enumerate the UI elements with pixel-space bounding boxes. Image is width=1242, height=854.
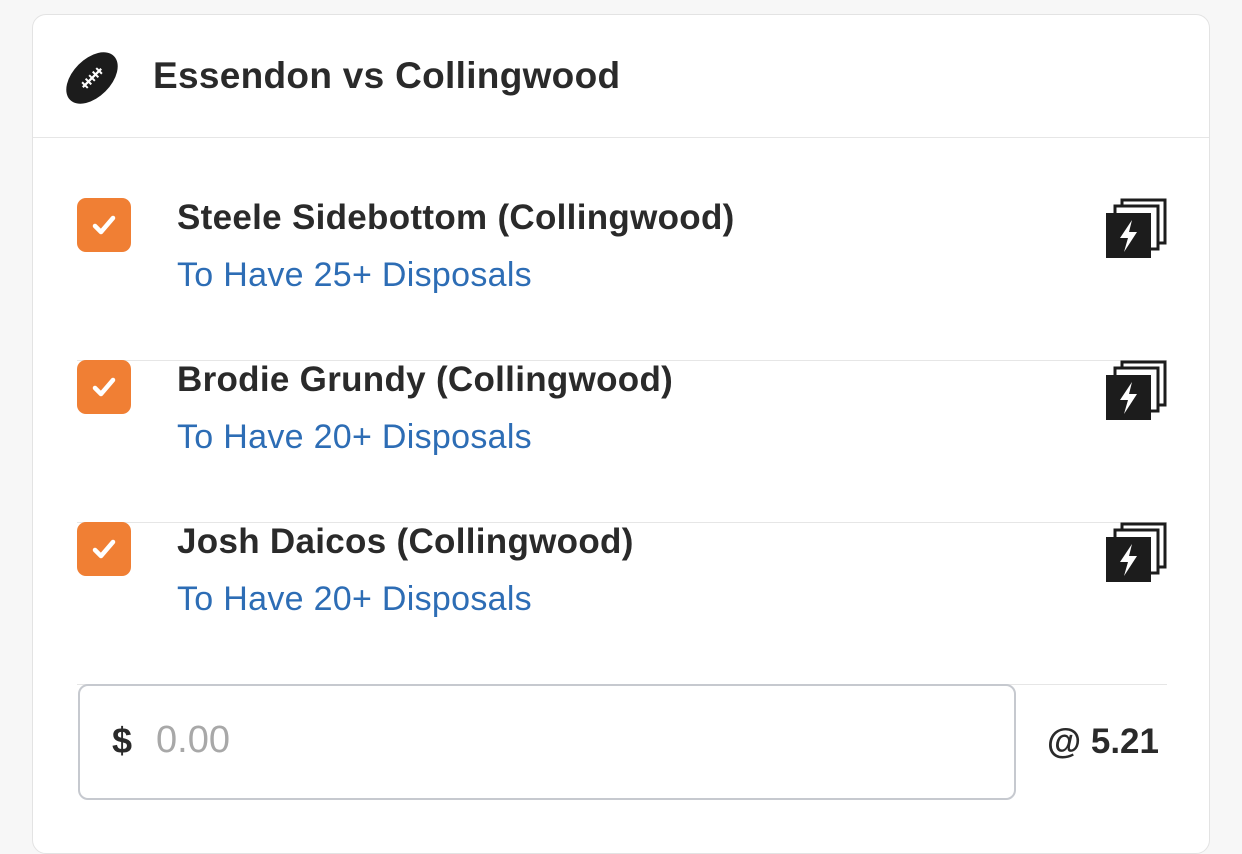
selection-checkbox[interactable] bbox=[77, 198, 131, 252]
stake-input[interactable] bbox=[156, 710, 976, 770]
selection-checkbox[interactable] bbox=[77, 522, 131, 576]
stake-field[interactable]: $ bbox=[78, 684, 1016, 800]
match-title: Essendon vs Collingwood bbox=[153, 55, 621, 96]
card-header: Essendon vs Collingwood bbox=[33, 15, 1209, 138]
selection-row: Josh Daicos (Collingwood) To Have 20+ Di… bbox=[77, 522, 1167, 685]
market-link[interactable]: To Have 20+ Disposals bbox=[177, 580, 532, 619]
check-icon bbox=[92, 215, 116, 235]
player-name: Josh Daicos (Collingwood) bbox=[177, 522, 634, 561]
same-game-multi-icon[interactable] bbox=[1105, 198, 1167, 260]
player-name: Steele Sidebottom (Collingwood) bbox=[177, 198, 735, 237]
football-icon bbox=[66, 52, 118, 104]
odds-label: @ 5.21 bbox=[1047, 722, 1159, 761]
same-game-multi-icon[interactable] bbox=[1105, 522, 1167, 584]
selection-checkbox[interactable] bbox=[77, 360, 131, 414]
market-link[interactable]: To Have 20+ Disposals bbox=[177, 418, 532, 457]
player-name: Brodie Grundy (Collingwood) bbox=[177, 360, 674, 399]
bet-card: Essendon vs Collingwood Steele Sidebotto… bbox=[32, 14, 1210, 854]
same-game-multi-icon[interactable] bbox=[1105, 360, 1167, 422]
check-icon bbox=[92, 377, 116, 397]
selection-row: Steele Sidebottom (Collingwood) To Have … bbox=[77, 198, 1167, 361]
check-icon bbox=[92, 539, 116, 559]
currency-symbol: $ bbox=[112, 720, 133, 761]
selection-row: Brodie Grundy (Collingwood) To Have 20+ … bbox=[77, 360, 1167, 523]
market-link[interactable]: To Have 25+ Disposals bbox=[177, 256, 532, 295]
